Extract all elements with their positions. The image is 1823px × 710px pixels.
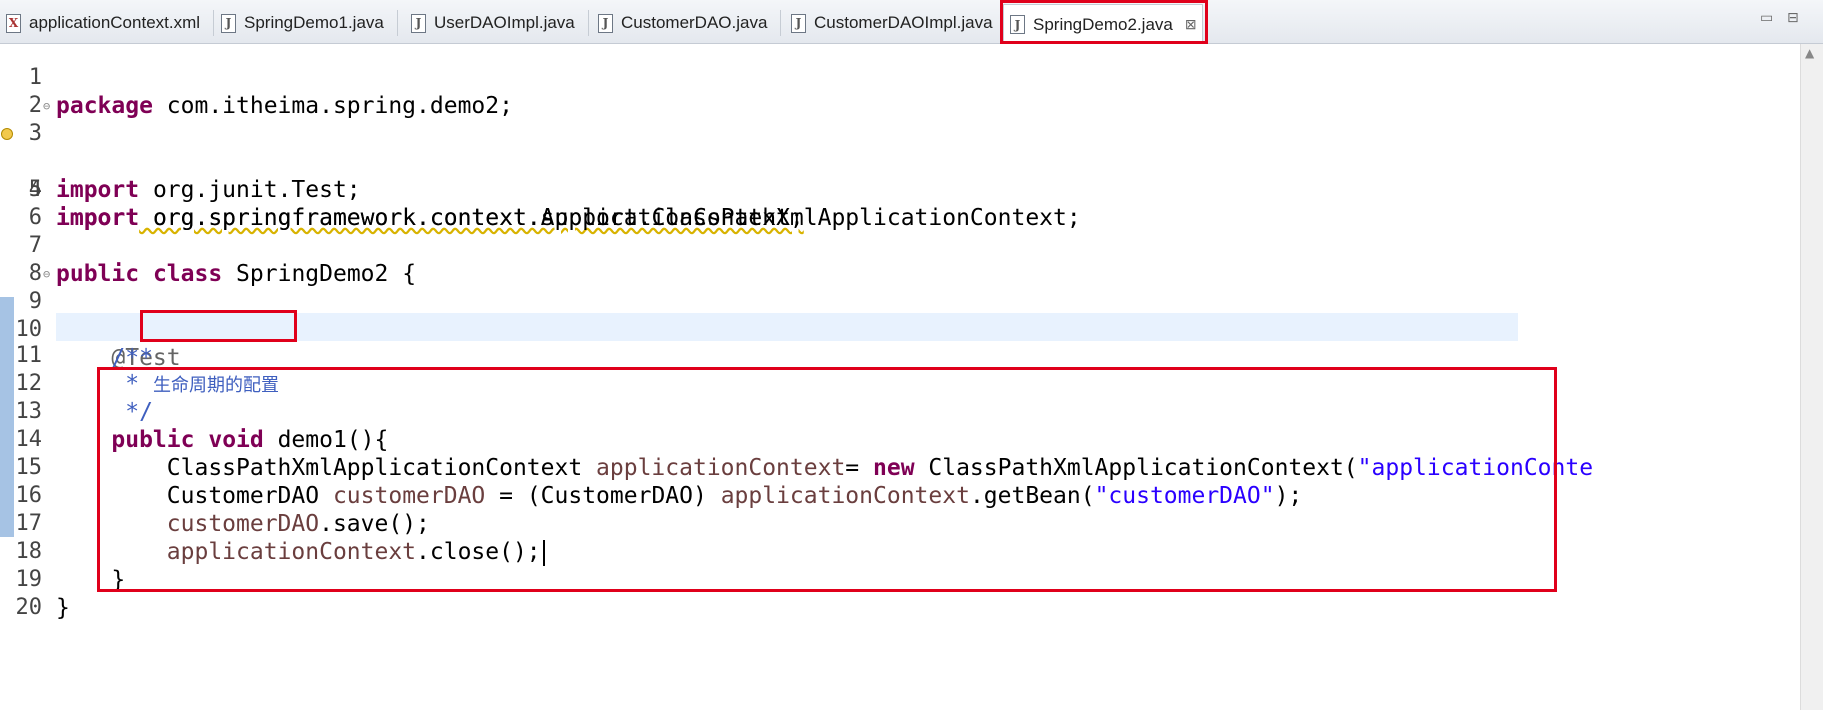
code-line: 18 } xyxy=(0,510,1823,593)
tab-label: applicationContext.xml xyxy=(29,13,201,32)
warning-lightbulb-icon[interactable] xyxy=(1,128,13,140)
code-line: 3 ⊖ import org.junit.Test; xyxy=(0,92,1823,203)
java-file-icon: J xyxy=(598,13,613,33)
tab-customerdao-java[interactable]: J CustomerDAO.java xyxy=(592,6,782,40)
tab-separator xyxy=(396,10,398,36)
code-line: 14 ClassPathXmlApplicationContext applic… xyxy=(0,398,1823,481)
tab-separator xyxy=(587,10,589,36)
tab-label: CustomerDAOImpl.java xyxy=(814,13,993,32)
code-line: 20 xyxy=(0,566,1823,620)
tab-label: UserDAOImpl.java xyxy=(434,13,575,32)
xml-file-icon: X xyxy=(6,13,21,33)
fold-collapse-icon[interactable]: ⊖ xyxy=(43,92,50,120)
java-file-icon: J xyxy=(791,13,806,33)
code-line: 9 ⊖ @Test xyxy=(0,260,1823,371)
tab-applicationcontext-xml[interactable]: X applicationContext.xml xyxy=(0,6,215,40)
tab-separator xyxy=(780,10,782,36)
tab-label: CustomerDAO.java xyxy=(621,13,768,32)
code-line: 17 applicationContext.close(); xyxy=(0,482,1823,566)
code-line: 6 xyxy=(0,176,1823,230)
fold-collapse-icon[interactable]: ⊖ xyxy=(43,260,50,288)
code-text: } xyxy=(56,595,70,621)
tab-separator xyxy=(213,10,215,36)
code-line: 4 import org.springframework.context.App… xyxy=(0,120,1823,231)
scroll-up-icon[interactable]: ▲ xyxy=(1805,46,1814,60)
tab-label: SpringDemo1.java xyxy=(244,13,384,32)
code-line: 10 /** xyxy=(0,288,1823,371)
vertical-scrollbar[interactable]: ▲ xyxy=(1800,44,1823,710)
close-tab-icon[interactable]: ⊠ xyxy=(1185,16,1197,33)
line-number: 20 xyxy=(15,595,43,620)
code-line: 19 } xyxy=(0,538,1823,621)
code-line: 16 customerDAO.save(); xyxy=(0,454,1823,537)
minimize-icon[interactable]: ▭ xyxy=(1760,10,1773,26)
code-line: 5 import org.springframework.context.sup… xyxy=(0,148,1823,231)
code-line: 8 xyxy=(0,232,1823,286)
code-line: 15 CustomerDAO customerDAO = (CustomerDA… xyxy=(0,426,1823,509)
code-line: 7 public class SpringDemo2 { xyxy=(0,204,1823,287)
code-line: 11 * 生命周期的配置 xyxy=(0,314,1823,397)
java-file-icon: J xyxy=(1010,15,1025,34)
code-line: 1 package com.itheima.spring.demo2; xyxy=(0,36,1823,119)
tab-userdaoimpl-java[interactable]: J UserDAOImpl.java xyxy=(405,6,589,40)
code-line: 12 */ xyxy=(0,342,1823,425)
tab-label: SpringDemo2.java xyxy=(1033,14,1173,34)
java-file-icon: J xyxy=(411,13,426,33)
code-line: 13 public void demo1(){ xyxy=(0,370,1823,453)
code-line: 2 xyxy=(0,64,1823,118)
maximize-icon[interactable]: ⊟ xyxy=(1787,10,1799,26)
tab-springdemo1-java[interactable]: J SpringDemo1.java xyxy=(215,6,398,40)
java-file-icon: J xyxy=(221,13,236,33)
tab-customerdaoimpl-java[interactable]: J CustomerDAOImpl.java xyxy=(785,6,993,40)
